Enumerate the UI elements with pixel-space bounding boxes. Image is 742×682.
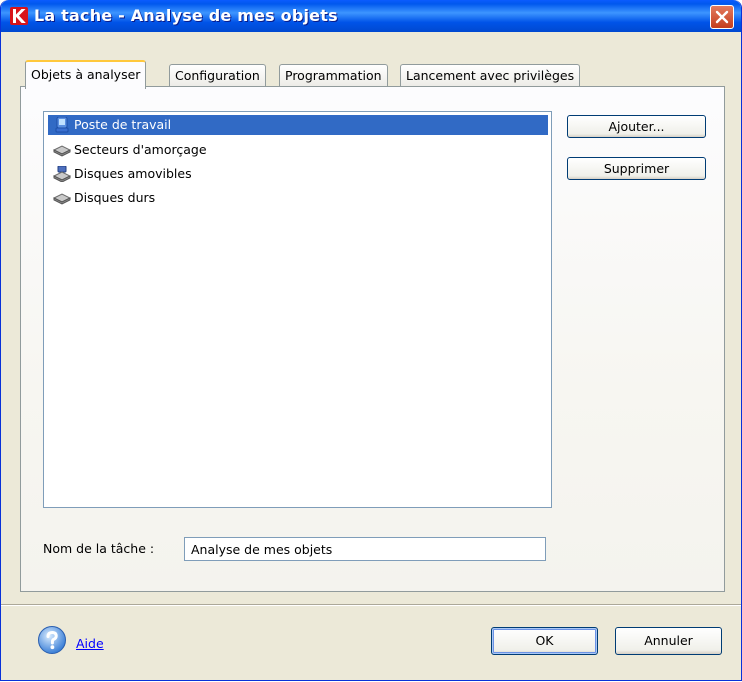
title-bar[interactable]: La tache - Analyse de mes objets <box>1 0 741 32</box>
tab-label: Configuration <box>175 68 260 83</box>
help-icon[interactable] <box>37 625 67 655</box>
dialog-window: La tache - Analyse de mes objets Objets … <box>0 0 742 681</box>
computer-icon <box>53 116 71 133</box>
tab-label: Programmation <box>285 68 382 83</box>
ok-button[interactable]: OK <box>491 627 598 655</box>
list-item-label: Poste de travail <box>74 117 172 132</box>
footer-separator <box>1 604 741 606</box>
list-item-poste-de-travail[interactable]: Poste de travail <box>48 115 548 135</box>
list-item-label: Disques durs <box>74 190 156 205</box>
task-name-label: Nom de la tâche : <box>43 541 155 556</box>
list-item-label: Disques amovibles <box>74 166 192 181</box>
kaspersky-logo-icon <box>10 7 28 25</box>
hard-drive-icon <box>52 190 72 206</box>
close-icon <box>715 10 729 24</box>
tab-label: Objets à analyser <box>31 67 141 82</box>
removable-drives-icon <box>52 165 72 183</box>
cancel-button[interactable]: Annuler <box>615 627 722 655</box>
list-item-label: Secteurs d'amorçage <box>74 142 207 157</box>
window-title: La tache - Analyse de mes objets <box>34 6 338 25</box>
tab-label: Lancement avec privilèges <box>406 68 575 83</box>
remove-button[interactable]: Supprimer <box>567 157 706 180</box>
add-button[interactable]: Ajouter... <box>567 115 706 138</box>
task-name-input[interactable] <box>184 537 546 561</box>
tab-programmation[interactable]: Programmation <box>279 64 388 87</box>
help-link[interactable]: Aide <box>76 636 104 651</box>
tab-configuration[interactable]: Configuration <box>169 64 266 87</box>
hard-drive-icon <box>52 142 72 158</box>
tab-lancement-avec-privileges[interactable]: Lancement avec privilèges <box>400 64 581 87</box>
objects-listbox[interactable]: Poste de travail Secteurs d'amorçage Dis… <box>43 111 552 508</box>
close-button[interactable] <box>710 5 734 29</box>
tab-objets-a-analyser[interactable]: Objets à analyser <box>25 60 147 89</box>
